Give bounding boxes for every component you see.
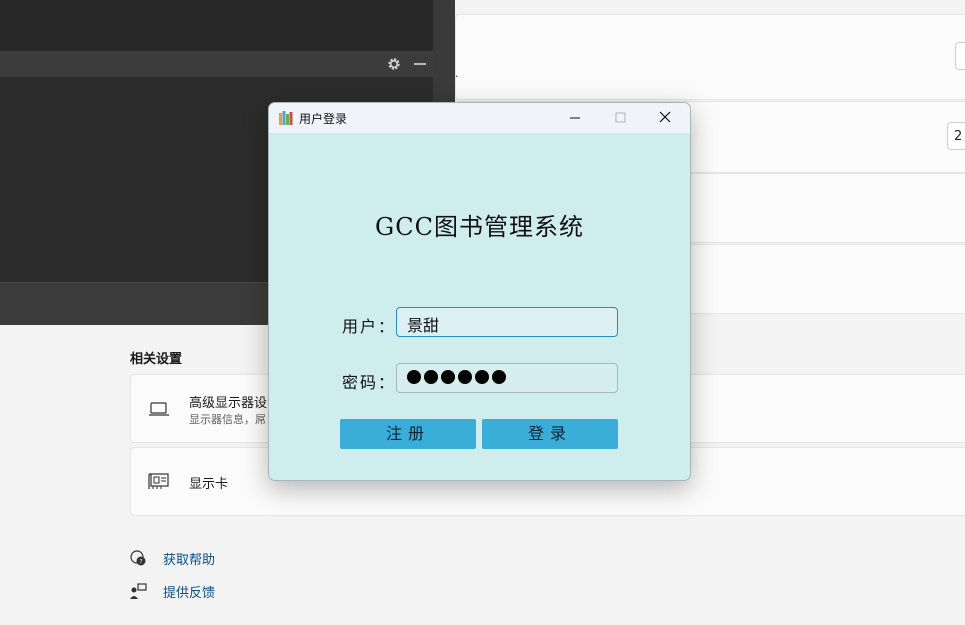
graphics-card-icon bbox=[148, 473, 169, 489]
password-dot bbox=[407, 370, 421, 384]
minimize-panel-icon[interactable] bbox=[412, 56, 428, 72]
give-feedback-link[interactable]: 提供反馈 bbox=[163, 582, 215, 601]
minimize-icon bbox=[570, 117, 580, 119]
settings-card-1 bbox=[455, 14, 965, 100]
dialog-titlebar[interactable]: 用户登录 bbox=[269, 103, 690, 133]
advanced-display-subtitle: 显示器信息，屌 bbox=[189, 413, 266, 426]
register-button[interactable]: 注册 bbox=[340, 419, 476, 449]
dialog-title: 用户登录 bbox=[299, 112, 348, 126]
password-dot bbox=[441, 370, 455, 384]
user-input[interactable]: 景甜 bbox=[396, 307, 618, 337]
advanced-display-title: 高级显示器设 bbox=[189, 396, 268, 411]
gear-icon[interactable] bbox=[386, 56, 402, 72]
app-title: GCC图书管理系统 bbox=[375, 213, 584, 241]
maximize-icon bbox=[615, 112, 626, 123]
dark-window-header-panel bbox=[0, 0, 433, 50]
app-books-icon bbox=[279, 111, 293, 125]
login-dialog: 用户登录 GCC图书管理系统 用户： 景甜 密码： 注册 登录 bbox=[268, 102, 691, 481]
password-dot bbox=[475, 370, 489, 384]
maximize-button[interactable] bbox=[598, 103, 642, 133]
minimize-button[interactable] bbox=[553, 103, 597, 133]
close-button[interactable] bbox=[643, 103, 687, 133]
feedback-icon bbox=[130, 583, 147, 599]
password-dot bbox=[492, 370, 506, 384]
password-dot bbox=[424, 370, 438, 384]
password-mask bbox=[407, 369, 509, 388]
settings-control-2[interactable]: 2 bbox=[947, 122, 965, 150]
graphics-card-title: 显示卡 bbox=[189, 477, 229, 492]
related-settings-heading: 相关设置 bbox=[130, 352, 183, 367]
user-label: 用户： bbox=[342, 317, 397, 336]
settings-control-1[interactable] bbox=[955, 42, 965, 70]
laptop-icon bbox=[149, 402, 169, 416]
close-icon bbox=[659, 111, 671, 123]
password-label: 密码： bbox=[342, 373, 397, 392]
dark-window-toolbar bbox=[0, 51, 433, 77]
get-help-link[interactable]: 获取帮助 bbox=[163, 549, 215, 568]
login-button[interactable]: 登录 bbox=[482, 419, 618, 449]
password-dot bbox=[458, 370, 472, 384]
svg-text:?: ? bbox=[139, 559, 142, 566]
help-icon: ? bbox=[130, 550, 146, 566]
